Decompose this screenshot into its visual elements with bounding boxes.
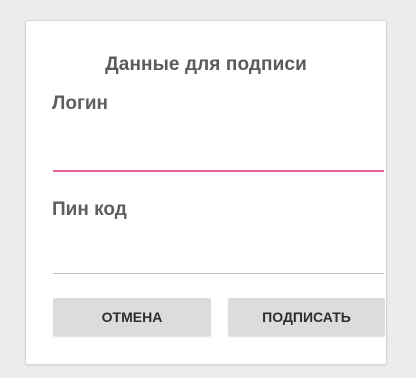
cancel-button[interactable]: ОТМЕНА [53,298,211,336]
dialog-title: Данные для подписи [105,54,307,75]
pin-code-label: Пин код [52,199,127,220]
signature-dialog: Данные для подписи Логин Пин код ОТМЕНА … [25,20,387,365]
login-input[interactable] [53,142,384,172]
login-label: Логин [52,93,109,114]
pin-code-input[interactable] [53,244,384,274]
sign-button[interactable]: ПОДПИСАТЬ [228,298,385,336]
